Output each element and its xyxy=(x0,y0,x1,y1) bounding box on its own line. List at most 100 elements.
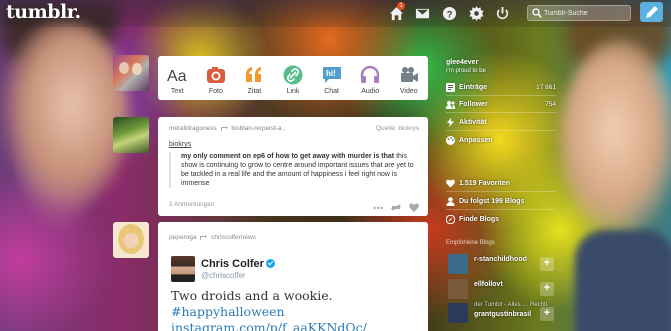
chat-icon: hi! xyxy=(321,65,342,85)
follow-blog-button[interactable]: + xyxy=(540,257,554,271)
tweet-author-avatar[interactable] xyxy=(171,256,195,282)
posts-icon xyxy=(446,82,455,92)
sidebar-item-posts[interactable]: Einträge 17 861 xyxy=(446,80,556,94)
sidebar-link-following[interactable]: Du folgst 199 Blogs xyxy=(446,194,556,208)
sidebar-divider xyxy=(446,95,556,96)
sidebar-link-find-blogs[interactable]: Finde Blogs xyxy=(446,212,556,226)
sidebar-item-customize[interactable]: Anpassen xyxy=(446,133,556,147)
post-type-quote-button[interactable]: Zitat xyxy=(235,56,274,100)
post-type-photo-button[interactable]: Foto xyxy=(197,56,236,100)
reblog-icon[interactable] xyxy=(391,199,401,211)
post-author-link[interactable]: peperoga xyxy=(169,234,196,241)
svg-text:hi!: hi! xyxy=(326,69,336,78)
post-header: peperoga chriscolfernews xyxy=(169,234,419,241)
sidebar-link-label: Finde Blogs xyxy=(459,215,500,223)
followers-icon xyxy=(446,100,455,109)
post-type-audio-button[interactable]: Audio xyxy=(351,56,390,100)
recommended-blog-name[interactable]: grantgustinbrasil xyxy=(474,311,531,318)
search-icon xyxy=(532,8,542,18)
post-type-label: Foto xyxy=(208,88,223,95)
tweet-author-name[interactable]: Chris Colfer xyxy=(201,258,275,270)
post-type-link-button[interactable]: Link xyxy=(274,56,313,100)
settings-icon[interactable] xyxy=(468,5,484,21)
more-options-icon[interactable] xyxy=(373,199,383,210)
text-icon: Aa xyxy=(167,65,188,85)
reblog-icon xyxy=(220,125,228,131)
video-icon xyxy=(398,65,419,85)
tweet-text: Two droids and a wookie. #happyhalloween… xyxy=(171,288,421,331)
recommended-blog-name[interactable]: r-stanchildhood xyxy=(474,256,527,263)
post-type-video-button[interactable]: Video xyxy=(389,56,428,100)
post-header: metalldragoness losblan-request-a.. Quel… xyxy=(169,125,419,132)
sidebar-divider xyxy=(446,112,556,113)
sidebar-item-label: Anpassen xyxy=(459,136,493,144)
sidebar-item-label: Follower xyxy=(459,100,488,108)
blog-name[interactable]: glee4ever xyxy=(446,59,478,66)
headphones-icon xyxy=(360,65,381,85)
tweet-hashtag-link[interactable]: #happyhalloween xyxy=(171,304,285,319)
help-icon[interactable]: ? xyxy=(441,5,457,21)
recommended-blog-subtitle: der Tumblr - Alles … Rechtl. xyxy=(474,302,549,308)
post-type-bar: Aa Text Foto Zitat Link hi! Chat Audio V… xyxy=(158,56,428,100)
sidebar-item-count: 17 861 xyxy=(536,83,556,91)
recommended-blog-name[interactable]: ellfollovt xyxy=(474,281,503,288)
recommended-blog-avatar[interactable] xyxy=(448,279,468,299)
compose-button[interactable] xyxy=(640,2,663,22)
power-icon[interactable] xyxy=(494,5,510,21)
sidebar-item-label: Aktivität xyxy=(459,118,487,126)
post-type-label: Zitat xyxy=(247,88,262,95)
camera-icon xyxy=(205,65,226,85)
sidebar-divider xyxy=(446,130,556,131)
mail-icon[interactable] xyxy=(414,5,430,21)
heart-icon xyxy=(446,179,455,188)
sidebar-divider xyxy=(446,191,556,192)
user-avatar[interactable] xyxy=(113,55,149,91)
post-type-label: Audio xyxy=(361,88,380,95)
post-type-label: Link xyxy=(286,88,300,95)
tweet-author-handle[interactable]: @chriscolfer xyxy=(201,271,246,280)
post-author-avatar[interactable] xyxy=(113,117,149,153)
reblog-source-link[interactable]: chriscolfernews xyxy=(211,234,256,241)
tweet-url-link[interactable]: instagram.com/p/f_aaKKNdQc/ xyxy=(171,320,367,331)
dashboard-post: peperoga chriscolfernews Chris Colfer @c… xyxy=(158,222,428,331)
follow-blog-button[interactable]: + xyxy=(540,282,554,296)
search-input[interactable] xyxy=(544,6,630,20)
sidebar-item-followers[interactable]: Follower 754 xyxy=(446,97,556,111)
tumblr-logo[interactable]: tumblr. xyxy=(6,1,81,23)
follow-blog-button[interactable]: + xyxy=(540,307,554,321)
blog-description: I'm proud to be xyxy=(446,68,486,74)
sidebar-item-activity[interactable]: Aktivität xyxy=(446,115,556,129)
reblog-source-link[interactable]: losblan-request-a.. xyxy=(231,125,285,132)
svg-text:?: ? xyxy=(446,9,452,19)
svg-text:Aa: Aa xyxy=(167,68,187,83)
recommended-blog-avatar[interactable] xyxy=(448,254,468,274)
sidebar-divider xyxy=(446,209,556,210)
post-source-link[interactable]: Quelle: biokrys xyxy=(376,125,419,132)
sidebar-link-likes[interactable]: 1.519 Favoriten xyxy=(446,176,556,190)
post-type-label: Video xyxy=(399,88,418,95)
post-type-chat-button[interactable]: hi! Chat xyxy=(312,56,351,100)
activity-icon xyxy=(446,117,455,127)
post-author-link[interactable]: metalldragoness xyxy=(169,125,217,132)
post-type-text-button[interactable]: Aa Text xyxy=(158,56,197,100)
reblog-icon xyxy=(200,234,208,240)
recommended-blog-avatar[interactable] xyxy=(448,303,468,323)
dashboard-post: metalldragoness losblan-request-a.. Quel… xyxy=(158,117,428,216)
home-icon[interactable]: 1 xyxy=(388,2,405,21)
post-author-avatar[interactable] xyxy=(113,222,149,258)
post-type-label: Chat xyxy=(324,88,339,95)
background-artwork-face-left xyxy=(0,20,130,210)
sidebar-link-label: Du folgst 199 Blogs xyxy=(459,197,525,205)
top-navigation-bar: tumblr. 1 ? xyxy=(0,0,671,27)
quote-bold-text: my only comment on ep6 of how to get awa… xyxy=(181,153,395,160)
quoted-blog-link[interactable]: biokrys xyxy=(169,141,191,148)
post-quote: my only comment on ep6 of how to get awa… xyxy=(169,152,419,188)
search-box[interactable] xyxy=(527,5,631,21)
sidebar-item-label: Einträge xyxy=(459,83,488,91)
sidebar-item-count: 754 xyxy=(545,100,556,108)
compose-icon xyxy=(645,6,658,18)
verified-badge-icon xyxy=(265,258,275,268)
quote-icon xyxy=(244,65,265,85)
heart-icon[interactable] xyxy=(409,199,419,212)
post-notes-link[interactable]: 3 Anmerkungen xyxy=(169,201,215,208)
